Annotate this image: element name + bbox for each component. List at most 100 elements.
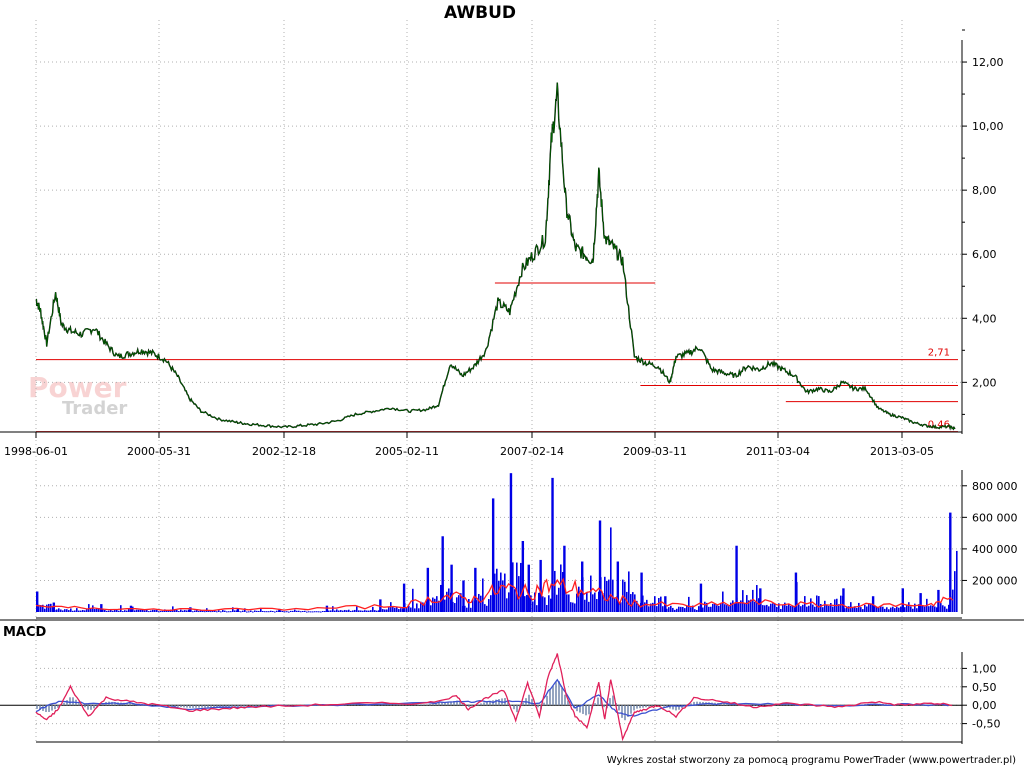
volume-bar <box>132 607 134 612</box>
volume-bar <box>922 606 924 612</box>
macd-histogram-bar <box>513 705 515 709</box>
volume-bar <box>890 608 892 612</box>
volume-bar <box>470 608 472 612</box>
volume-bar <box>192 611 194 612</box>
macd-histogram-bar <box>171 705 173 706</box>
volume-bar <box>586 592 588 612</box>
volume-bar <box>710 607 712 612</box>
volume-bar <box>782 605 784 612</box>
macd-histogram-bar <box>564 695 566 705</box>
volume-bar <box>474 568 476 612</box>
volume-bar <box>292 611 294 612</box>
volume-bar <box>768 606 770 612</box>
volume-bar <box>892 607 894 612</box>
volume-bar <box>242 611 244 612</box>
volume-bar <box>852 607 854 612</box>
volume-bar <box>478 594 480 612</box>
volume-bar <box>450 565 452 612</box>
volume-bar <box>272 611 274 612</box>
volume-bar <box>696 610 698 612</box>
macd-histogram-bar <box>204 705 206 707</box>
volume-bar <box>730 603 732 612</box>
macd-histogram-bar <box>69 697 71 705</box>
volume-bar <box>328 611 330 612</box>
volume-bar <box>100 604 102 612</box>
volume-bar <box>830 603 832 612</box>
volume-bar <box>53 603 55 612</box>
volume-bar <box>930 605 932 612</box>
volume-bar <box>816 595 818 612</box>
macd-histogram-bar <box>255 705 257 706</box>
volume-bar <box>780 609 782 612</box>
macd-histogram-bar <box>198 705 200 707</box>
macd-histogram-bar <box>228 705 230 707</box>
volume-bar <box>672 608 674 612</box>
volume-bar <box>694 609 696 612</box>
chart-canvas: AWBUD Power Trader 2,710,46 1998-06-0120… <box>0 0 1024 768</box>
volume-bar <box>744 603 746 612</box>
volume-bar <box>866 606 868 612</box>
volume-bar <box>572 603 574 612</box>
volume-bar <box>246 612 248 613</box>
volume-bar <box>858 603 860 612</box>
volume-bar <box>539 560 541 612</box>
volume-bar <box>592 594 594 612</box>
macd-histogram-bar <box>612 696 614 706</box>
volume-bar <box>216 611 218 612</box>
macd-histogram-bar <box>645 705 647 707</box>
macd-histogram-bar <box>192 705 194 708</box>
volume-bar <box>286 611 288 612</box>
volume-bar <box>576 594 578 612</box>
volume-bar <box>104 610 106 612</box>
volume-bar <box>932 606 934 612</box>
volume-bar <box>82 610 84 612</box>
volume-bar <box>410 608 412 612</box>
volume-bar <box>432 598 434 612</box>
volume-bar <box>284 611 286 612</box>
macd-histogram-bar <box>420 704 422 705</box>
volume-bar <box>138 610 140 612</box>
macd-histogram-bar <box>789 704 791 705</box>
volume-bar <box>462 580 464 612</box>
volume-bar <box>756 585 758 612</box>
volume-bar <box>368 611 370 612</box>
y-tick-label: 0,00 <box>972 699 997 712</box>
volume-bar <box>180 610 182 612</box>
volume-bar <box>46 605 48 612</box>
footer-credit: Wykres został stworzony za pomocą progra… <box>607 755 1016 766</box>
volume-bar <box>617 562 619 612</box>
volume-bar <box>590 576 592 612</box>
volume-bar <box>262 611 264 612</box>
volume-bar <box>551 478 553 612</box>
volume-bar <box>468 599 470 612</box>
macd-histogram-bar <box>468 705 470 707</box>
macd-histogram-bar <box>201 705 203 707</box>
macd-histogram-bar <box>756 705 758 706</box>
macd-histogram-bar <box>36 705 38 709</box>
y-tick-label: 8,00 <box>972 184 997 197</box>
volume-bar <box>800 606 802 612</box>
volume-bar <box>734 604 736 612</box>
volume-bar <box>522 541 524 612</box>
volume-bar <box>340 610 342 612</box>
volume-bar <box>122 611 124 612</box>
macd-histogram-bar <box>423 704 425 705</box>
volume-bar <box>764 605 766 612</box>
volume-bar <box>726 605 728 612</box>
chart-title: AWBUD <box>444 3 516 23</box>
volume-bar <box>276 611 278 612</box>
macd-histogram-bar <box>537 705 539 707</box>
volume-bar <box>690 607 692 612</box>
volume-bar <box>944 606 946 612</box>
volume-bar <box>599 520 601 612</box>
volume-bar <box>498 581 500 612</box>
volume-bar <box>698 606 700 612</box>
macd-histogram-bar <box>648 705 650 707</box>
volume-bar <box>302 611 304 612</box>
volume-bar <box>524 596 526 612</box>
x-tick-label: 2009-03-11 <box>623 445 687 458</box>
macd-histogram-bar <box>252 705 254 706</box>
volume-bar <box>606 581 608 612</box>
volume-bar <box>326 606 328 612</box>
volume-bar <box>270 611 272 612</box>
